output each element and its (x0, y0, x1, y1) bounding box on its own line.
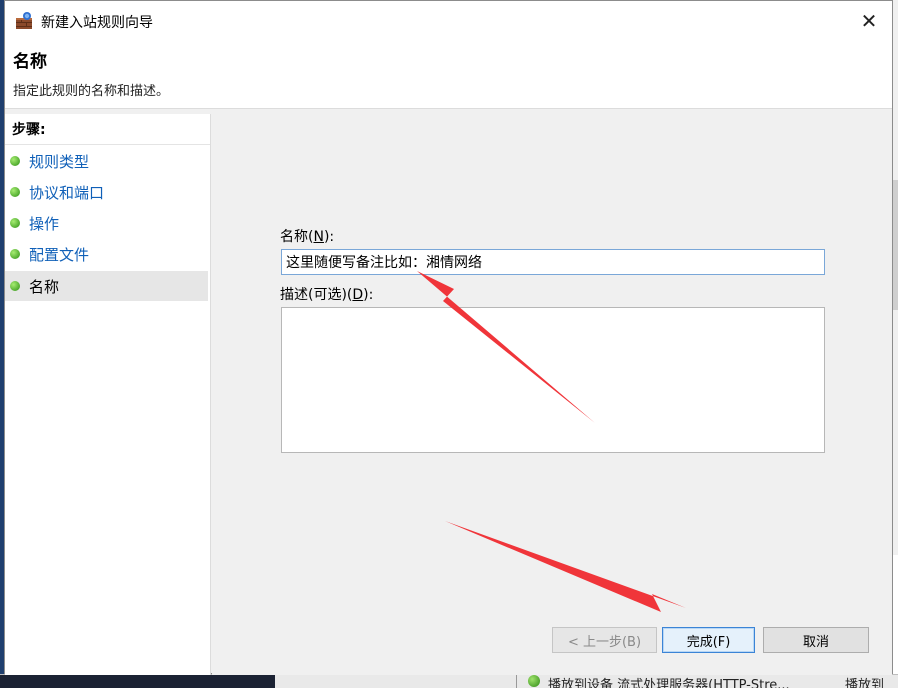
steps-panel: 步骤: 规则类型 协议和端口 操作 配置文件 名称 (5, 114, 211, 675)
step-profile[interactable]: 配置文件 (5, 239, 208, 269)
enabled-status-icon (528, 675, 540, 687)
description-label: 描述(可选)(D): (280, 284, 373, 304)
description-label-accesskey: D (352, 287, 364, 303)
close-icon[interactable]: ✕ (851, 7, 887, 35)
step-label: 配置文件 (29, 245, 90, 264)
divider (5, 144, 210, 145)
step-complete-icon (10, 249, 20, 259)
description-label-text: 描述(可选)( (280, 287, 353, 303)
step-label: 操作 (29, 214, 60, 233)
back-button[interactable]: < 上一步(B) (552, 627, 657, 653)
page-title: 名称 (13, 52, 47, 72)
step-rule-type[interactable]: 规则类型 (5, 146, 208, 176)
name-label: 名称(N): (280, 226, 334, 246)
taskbar-fragment (0, 675, 275, 688)
name-input[interactable] (281, 249, 825, 275)
step-label: 协议和端口 (29, 183, 105, 202)
page-description: 指定此规则的名称和描述。 (13, 84, 170, 99)
page-header: 名称 指定此规则的名称和描述。 (5, 41, 892, 109)
description-textarea[interactable] (281, 307, 825, 453)
rule-group-cell: 播放到 (845, 678, 885, 688)
step-label: 规则类型 (29, 152, 90, 171)
title-bar[interactable]: 新建入站规则向导 ✕ (5, 1, 892, 41)
content-panel: 名称(N): 描述(可选)(D): < 上一步(B) 完成(F) 取消 (212, 114, 892, 675)
rule-name-cell: 播放到设备 流式处理服务器(HTTP-Stre... (548, 678, 790, 688)
finish-button[interactable]: 完成(F) (662, 627, 755, 653)
step-action[interactable]: 操作 (5, 208, 208, 238)
underlying-window-edge (893, 0, 898, 688)
new-inbound-rule-wizard: 新建入站规则向导 ✕ 名称 指定此规则的名称和描述。 步骤: 规则类型 协议和端… (4, 0, 893, 675)
step-name[interactable]: 名称 (5, 271, 208, 301)
step-protocol-ports[interactable]: 协议和端口 (5, 177, 208, 207)
step-current-icon (10, 281, 20, 291)
column-separator (516, 675, 517, 688)
name-label-text: 名称( (280, 229, 314, 245)
step-label: 名称 (29, 277, 60, 296)
step-complete-icon (10, 187, 20, 197)
name-label-accesskey: N (313, 229, 324, 245)
description-label-suffix: ): (363, 287, 374, 303)
underlying-window-status-row: 播放到设备 流式处理服务器(HTTP-Stre... 播放到 (0, 674, 898, 688)
firewall-icon (16, 12, 32, 29)
cancel-button[interactable]: 取消 (763, 627, 869, 653)
underlying-window-band (893, 555, 898, 688)
window-title: 新建入站规则向导 (41, 15, 153, 31)
steps-heading: 步骤: (12, 122, 46, 138)
step-complete-icon (10, 218, 20, 228)
name-label-suffix: ): (323, 229, 335, 245)
underlying-window-band (893, 180, 898, 310)
step-complete-icon (10, 156, 20, 166)
